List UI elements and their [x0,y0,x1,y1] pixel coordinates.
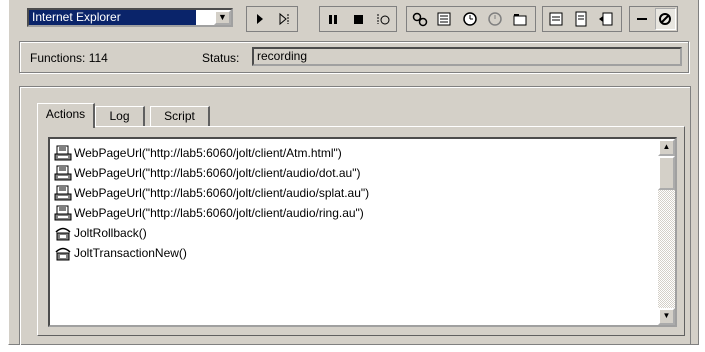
document-icon [575,11,586,27]
jolt-icon [54,224,72,242]
list-item-label: WebPageUrl("http://lab5:6060/jolt/client… [74,186,370,200]
page-icon [54,184,72,202]
functions-count: Functions: 114 [30,51,108,65]
vertical-scrollbar[interactable]: ▲ ▼ [658,139,675,325]
list-item[interactable]: WebPageUrl("http://lab5:6060/jolt/client… [54,203,369,223]
actions-panel: Actions Log Script WebPageUrl("http://la… [19,86,691,345]
page-icon [54,164,72,182]
browser-select-value: Internet Explorer [29,10,196,25]
list-item[interactable]: JoltRollback() [54,223,369,243]
record-button[interactable] [371,8,394,30]
list-item[interactable]: WebPageUrl("http://lab5:6060/jolt/client… [54,163,369,183]
stop-button[interactable] [346,8,369,30]
actions-items: WebPageUrl("http://lab5:6060/jolt/client… [54,143,369,263]
timer-button[interactable] [458,8,481,30]
list-item[interactable]: WebPageUrl("http://lab5:6060/jolt/client… [54,183,369,203]
document-group [542,6,622,32]
report-icon [549,12,562,26]
clock-icon [462,12,477,26]
list-item[interactable]: JoltTransactionNew() [54,243,369,263]
status-bar: Functions: 114 Status: recording [19,41,689,73]
report-button[interactable] [544,8,567,30]
list-button[interactable] [433,8,456,30]
dash-icon [636,18,647,20]
list-item[interactable]: WebPageUrl("http://lab5:6060/jolt/client… [54,143,369,163]
block-toggle-button[interactable] [654,8,676,30]
list-item-label: WebPageUrl("http://lab5:6060/jolt/client… [74,206,364,220]
page-icon [54,144,72,162]
actions-list[interactable]: WebPageUrl("http://lab5:6060/jolt/client… [48,137,677,327]
actions-tab-page: WebPageUrl("http://lab5:6060/jolt/client… [37,126,685,336]
list-item-label: JoltTransactionNew() [74,246,187,260]
timer-stop-button[interactable] [483,8,506,30]
scroll-thumb[interactable] [658,156,675,190]
status-field: recording [252,47,682,66]
recorder-window: Internet Explorer ▼ Functions: 114 Statu… [8,0,699,345]
gears-icon [412,12,427,27]
stop-icon [353,15,363,24]
no-entry-icon [659,13,672,25]
settings-button[interactable] [408,8,431,30]
playback-group [246,6,298,32]
folder-button[interactable] [508,8,531,30]
toolbar: Internet Explorer ▼ [9,0,698,36]
page-icon [54,204,72,222]
status-label: Status: [202,51,240,65]
pause-icon [328,15,337,24]
browser-select[interactable]: Internet Explorer ▼ [27,8,233,27]
scroll-down-button[interactable]: ▼ [658,308,675,325]
tools-group [406,6,536,32]
record-step-icon [377,14,389,25]
folder-icon [513,14,526,26]
list-item-label: WebPageUrl("http://lab5:6060/jolt/client… [74,146,342,160]
toggle-group [629,6,678,32]
step-button[interactable] [273,8,296,30]
document-button[interactable] [569,8,592,30]
chevron-down-icon[interactable]: ▼ [214,10,231,25]
tab-actions[interactable]: Actions [37,103,95,128]
step-play-icon [279,12,288,26]
list-icon [437,12,450,26]
scroll-up-button[interactable]: ▲ [658,139,675,156]
tab-log[interactable]: Log [95,106,145,127]
list-item-label: JoltRollback() [74,226,147,240]
list-item-label: WebPageUrl("http://lab5:6060/jolt/client… [74,166,361,180]
pause-button[interactable] [321,8,344,30]
play-icon [256,14,263,24]
tab-script[interactable]: Script [150,106,210,127]
line-toggle-button[interactable] [631,8,653,30]
document-export-button[interactable] [594,8,617,30]
jolt-icon [54,244,72,262]
clock-disabled-icon [487,12,502,26]
play-button[interactable] [248,8,271,30]
document-export-icon [598,12,612,26]
record-group [319,6,397,32]
